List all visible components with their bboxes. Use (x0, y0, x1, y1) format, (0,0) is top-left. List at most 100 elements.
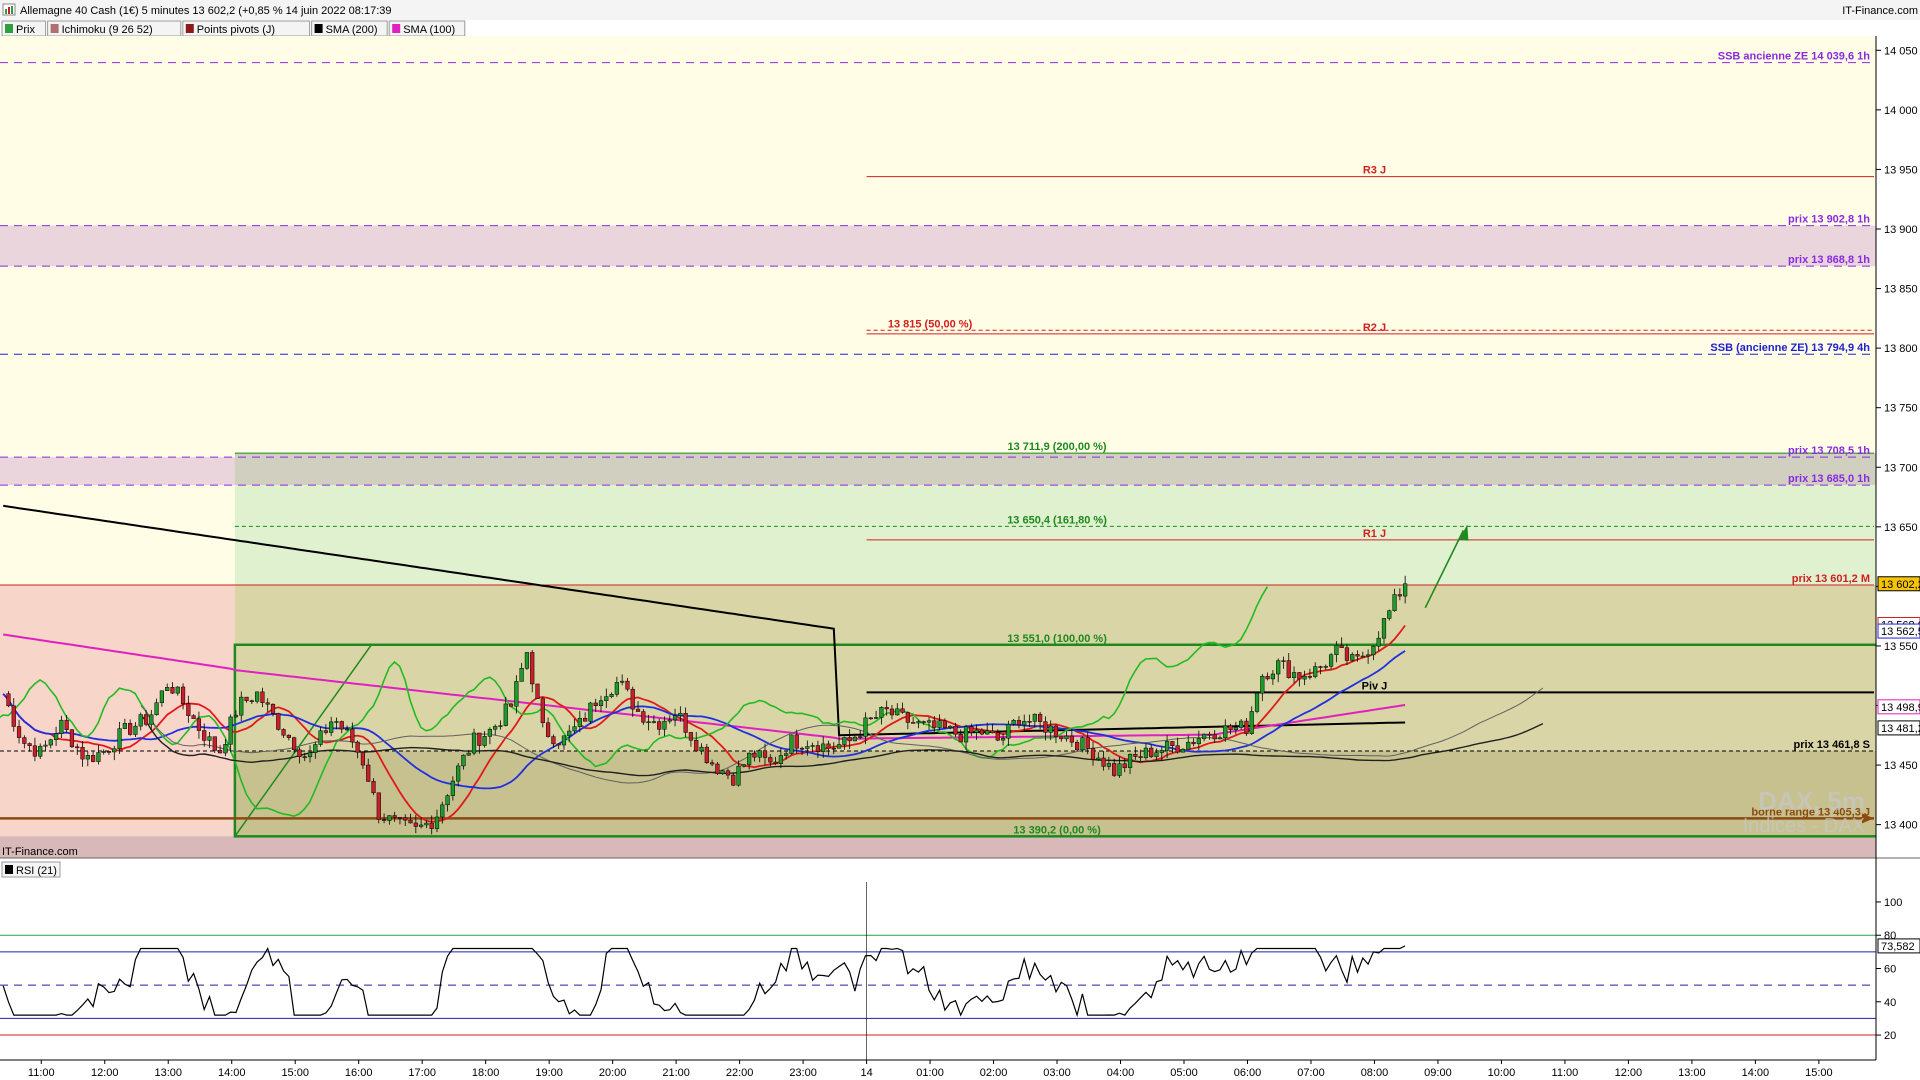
candle-body (969, 726, 974, 733)
candle-body (434, 816, 440, 829)
candle-body (1000, 737, 1006, 741)
candle-body (879, 707, 884, 718)
price-tag-label: 13 481,2 (1881, 723, 1920, 735)
candle-body (244, 696, 249, 701)
candle-body (842, 737, 847, 745)
candle-body (143, 714, 149, 725)
legend-item-label: Points pivots (J) (197, 24, 275, 36)
candle-body (1069, 735, 1074, 743)
candle-body (466, 752, 471, 756)
candle-body (1328, 654, 1334, 667)
price-tick-label: 14 000 (1884, 105, 1918, 117)
candle-body (91, 755, 96, 762)
candle-body (1006, 724, 1011, 739)
candle-body (265, 702, 270, 705)
candle-body (858, 736, 863, 738)
candle-body (1038, 713, 1043, 722)
candle-body (471, 732, 477, 754)
candle-body (344, 728, 350, 731)
rsi-tag-label: 73,582 (1881, 941, 1915, 953)
candle-body (1260, 675, 1265, 694)
candle-body (942, 720, 947, 728)
candle-body (545, 722, 551, 737)
legend-swatch (314, 24, 323, 33)
candle-body (196, 718, 202, 731)
legend-item-label: Ichimoku (9 26 52) (62, 24, 153, 36)
candle-body (1122, 763, 1127, 768)
candle-body (307, 752, 313, 758)
candle-body (1323, 666, 1328, 668)
candle-body (461, 754, 466, 767)
candle-body (381, 819, 387, 821)
time-tick-label: 05:00 (1170, 1067, 1198, 1079)
resistance-zone-upper (0, 225, 1876, 267)
brand-top: IT-Finance.com (1842, 5, 1918, 17)
candle-body (683, 712, 688, 733)
candle-body (630, 688, 635, 710)
candle-body (286, 734, 291, 738)
candle-body (1355, 654, 1360, 657)
candle-body (1117, 763, 1122, 776)
candle-body (736, 765, 741, 786)
candle-body (948, 725, 953, 728)
candle-body (868, 717, 873, 720)
chart-title: Allemagne 40 Cash (1€) 5 minutes 13 602,… (20, 5, 392, 17)
price-tick-label: 13 450 (1884, 760, 1918, 772)
candle-body (604, 696, 609, 701)
time-tick-label: 14:00 (218, 1067, 246, 1079)
time-tick-label: 03:00 (1043, 1067, 1071, 1079)
candle-body (207, 736, 212, 741)
legend-item-label: SMA (100) (403, 24, 455, 36)
level-label: R2 J (1363, 322, 1386, 334)
candle-body (1339, 645, 1344, 648)
candle-body (387, 815, 392, 821)
candle-body (836, 744, 842, 749)
candle-body (1387, 610, 1392, 619)
candle-body (752, 752, 757, 758)
candle-body (1297, 672, 1302, 680)
candle-body (990, 730, 995, 734)
candle-body (810, 745, 815, 747)
candle-body (482, 736, 487, 746)
candle-body (302, 756, 307, 758)
candle-body (334, 721, 339, 723)
candle-body (741, 764, 746, 767)
candle-body (1133, 754, 1138, 757)
candle-body (498, 725, 503, 727)
candle-body (27, 743, 32, 747)
candle-body (821, 743, 826, 752)
time-tick-label: 16:00 (345, 1067, 373, 1079)
candle-body (900, 708, 905, 713)
time-tick-label: 04:00 (1107, 1067, 1135, 1079)
candle-body (1276, 660, 1281, 675)
candle-body (1202, 733, 1207, 739)
level-label: 13 551,0 (100,00 %) (1007, 633, 1107, 645)
time-tick-label: 07:00 (1297, 1067, 1325, 1079)
watermark-line1: DAX, 5m (1758, 786, 1865, 816)
candle-body (329, 721, 334, 733)
candle-body (217, 750, 223, 754)
candle-body (403, 817, 408, 821)
candle-body (1191, 741, 1196, 745)
candle-body (672, 715, 678, 721)
candle-body (768, 757, 773, 763)
time-axis[interactable]: 11:00 12:00 13:00 14:00 15:00 16:00 17:00 18:00… (0, 882, 1876, 1079)
bottom-zone (0, 836, 1876, 858)
candle-body (1011, 720, 1016, 725)
candle-body (64, 719, 69, 730)
candle-body (1281, 660, 1286, 662)
candle-body (762, 750, 768, 758)
level-label: R3 J (1363, 165, 1386, 177)
candle-body (778, 755, 783, 764)
candle-body (678, 712, 683, 716)
candle-body (699, 746, 704, 752)
level-label: Piv J (1362, 680, 1388, 692)
price-tag-label: 13 498,9 (1881, 702, 1920, 714)
candle-body (22, 737, 27, 744)
candle-body (32, 745, 38, 757)
price-tag-label: 13 602,2 (1881, 579, 1920, 591)
rsi-panel: RSI (21)1008060402073,582 (0, 857, 1920, 1042)
candle-body (911, 722, 916, 724)
time-tick-label: 13:00 (1678, 1067, 1706, 1079)
candle-body (180, 686, 186, 705)
